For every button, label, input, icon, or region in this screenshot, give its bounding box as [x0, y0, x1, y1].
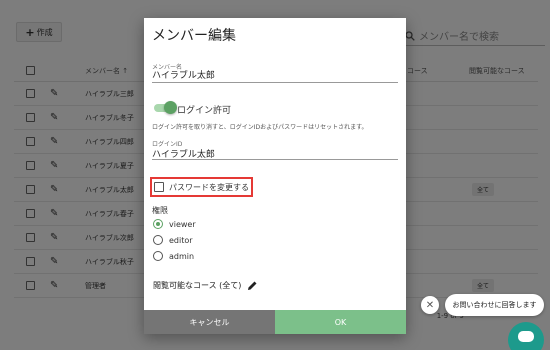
pencil-icon[interactable]: [247, 280, 258, 291]
role-label-editor[interactable]: editor: [169, 236, 193, 245]
role-radio-admin[interactable]: [153, 251, 163, 261]
dialog-title: メンバー編集: [152, 28, 236, 44]
change-password-checkbox[interactable]: [154, 182, 164, 192]
chat-prompt-bubble[interactable]: お問い合わせに回答します: [445, 294, 544, 316]
member-name-underline: [152, 82, 398, 83]
role-label-viewer[interactable]: viewer: [169, 220, 196, 229]
permission-title: 権限: [152, 206, 168, 215]
role-label-admin[interactable]: admin: [169, 252, 194, 261]
cancel-button[interactable]: キャンセル: [144, 310, 275, 334]
ok-button[interactable]: OK: [275, 310, 406, 334]
viewable-courses-label: 閲覧可能なコース (全て): [153, 281, 242, 290]
close-icon: ✕: [425, 299, 435, 311]
member-name-field[interactable]: ハイラブル太郎: [152, 68, 215, 81]
edit-member-dialog: メンバー編集 メンバー名 ハイラブル太郎 ログイン許可 ログイン許可を取り消すと…: [144, 18, 406, 334]
chat-close-button[interactable]: ✕: [421, 296, 439, 314]
login-id-underline: [152, 159, 398, 160]
role-radio-editor[interactable]: [153, 235, 163, 245]
role-radio-viewer[interactable]: [153, 219, 163, 229]
chat-launcher-button[interactable]: [508, 322, 544, 350]
login-toggle-label: ログイン許可: [177, 106, 232, 116]
login-toggle[interactable]: [164, 101, 177, 114]
change-password-label[interactable]: パスワードを変更する: [169, 182, 249, 193]
viewable-courses: 閲覧可能なコース (全て): [153, 280, 258, 291]
login-help-text: ログイン許可を取り消すと、ログインIDおよびパスワードはリセットされます。: [152, 124, 368, 131]
